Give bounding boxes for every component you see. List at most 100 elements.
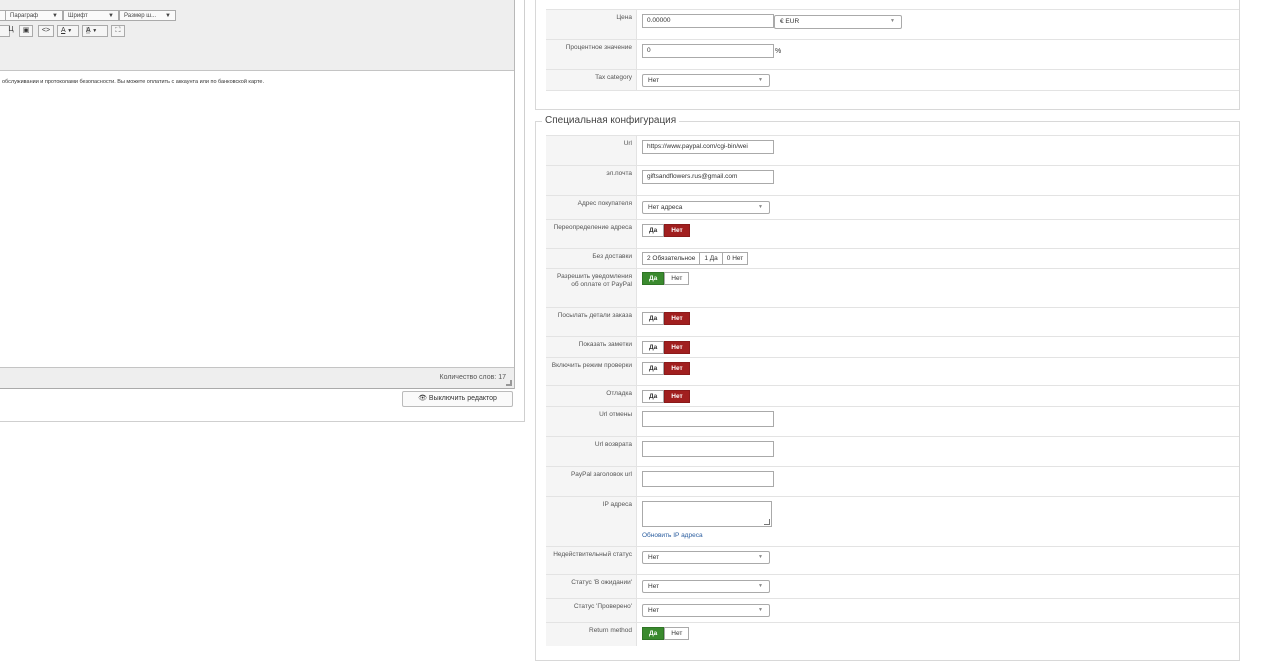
chevron-down-icon: ▼: [758, 607, 763, 613]
ip-address-textarea[interactable]: [642, 501, 772, 527]
test-mode-label: Включить режим проверки: [546, 358, 637, 385]
invalid-status-select[interactable]: Нет ▼: [642, 551, 770, 564]
cancel-url-input[interactable]: [642, 411, 774, 427]
no-option[interactable]: Нет: [664, 312, 690, 325]
percent-input[interactable]: 0: [642, 44, 774, 58]
send-details-label: Посылать детали заказа: [546, 308, 637, 336]
ipn-row: Разрешить уведомления об оплате от PayPa…: [546, 268, 1239, 307]
no-option[interactable]: Нет: [664, 627, 690, 640]
no-option[interactable]: Нет: [664, 362, 690, 375]
pending-status-select[interactable]: Нет ▼: [642, 580, 770, 593]
text-color-icon: A: [61, 27, 66, 34]
tax-category-value: Нет: [648, 77, 660, 84]
return-url-row: Url возврата: [546, 436, 1239, 466]
yes-option[interactable]: Да: [642, 312, 665, 325]
invalid-status-row: Недействительный статус Нет ▼: [546, 546, 1239, 574]
override-address-toggle[interactable]: Да Нет: [642, 224, 690, 237]
yes-option[interactable]: Да: [642, 627, 665, 640]
format-select[interactable]: Параграф ▼: [5, 10, 63, 21]
chevron-down-icon: ▼: [758, 554, 763, 560]
rich-text-editor: ... Параграф ▼ Шрифт ▼ Размер ш... ▼ Ц ▣…: [0, 0, 515, 389]
currency-select-value: € EUR: [780, 18, 800, 25]
yes-option[interactable]: Да: [642, 390, 665, 403]
url-input[interactable]: https://www.paypal.com/cgi-bin/wei: [642, 140, 774, 154]
currency-select[interactable]: € EUR ▼: [774, 15, 902, 29]
return-method-toggle[interactable]: Да Нет: [642, 627, 690, 640]
ip-address-label: IP адреса: [546, 497, 637, 546]
price-label: Цена: [546, 10, 637, 39]
percent-suffix: %: [775, 48, 782, 55]
header-url-row: PayPal заголовок url: [546, 466, 1239, 496]
yes-option[interactable]: Да: [642, 224, 665, 237]
price-row: Цена 0.00000 € EUR ▼: [546, 9, 1239, 39]
invalid-status-value: Нет: [648, 554, 660, 561]
tax-category-select[interactable]: Нет ▼: [642, 74, 770, 87]
yes-option[interactable]: Да: [642, 341, 665, 354]
font-select[interactable]: Шрифт ▼: [63, 10, 119, 21]
ip-address-row: IP адреса Обновить IP адреса: [546, 496, 1239, 546]
fieldset-legend: Специальная конфигурация: [542, 115, 680, 126]
return-method-row: Return method Да Нет: [546, 622, 1239, 646]
chevron-down-icon: ▼: [92, 28, 98, 34]
chevron-down-icon: ▼: [165, 13, 171, 19]
pending-status-value: Нет: [648, 583, 660, 590]
underline-icon[interactable]: Ц: [5, 25, 17, 37]
no-option[interactable]: Нет: [664, 224, 690, 237]
no-shipping-option-2[interactable]: 2 Обязательное: [642, 252, 701, 265]
text-color-button[interactable]: A ▼: [57, 25, 79, 37]
refresh-ip-link[interactable]: Обновить IP адреса: [642, 532, 703, 539]
no-shipping-option-1[interactable]: 1 Да: [699, 252, 723, 265]
special-config-fieldset: Специальная конфигурация Url https://www…: [535, 115, 1240, 661]
font-size-select[interactable]: Размер ш... ▼: [119, 10, 176, 21]
url-label: Url: [546, 136, 637, 165]
word-count: Количество слов: 17: [439, 374, 507, 381]
url-row: Url https://www.paypal.com/cgi-bin/wei: [546, 135, 1239, 165]
show-notes-label: Показать заметки: [546, 337, 637, 357]
no-shipping-row: Без доставки 2 Обязательное 1 Да 0 Нет: [546, 248, 1239, 268]
resize-handle-icon[interactable]: [506, 380, 512, 386]
no-option[interactable]: Нет: [664, 390, 690, 403]
verified-status-select[interactable]: Нет ▼: [642, 604, 770, 617]
chevron-down-icon: ▼: [758, 204, 763, 210]
return-url-input[interactable]: [642, 441, 774, 457]
percent-label: Процентное значение: [546, 40, 637, 69]
send-details-row: Посылать детали заказа Да Нет: [546, 307, 1239, 336]
toggle-editor-button[interactable]: 👁 Выключить редактор: [402, 391, 513, 407]
ipn-label: Разрешить уведомления об оплате от PayPa…: [546, 269, 637, 307]
return-method-label: Return method: [546, 623, 637, 646]
yes-option[interactable]: Да: [642, 362, 665, 375]
no-shipping-label: Без доставки: [546, 249, 637, 268]
no-shipping-segmented[interactable]: 2 Обязательное 1 Да 0 Нет: [642, 252, 749, 265]
header-url-input[interactable]: [642, 471, 774, 487]
no-option[interactable]: Нет: [664, 341, 690, 354]
background-color-button[interactable]: A ▼: [82, 25, 108, 37]
email-label: эл.почта: [546, 166, 637, 195]
cancel-url-row: Url отмены: [546, 406, 1239, 436]
override-address-row: Переопределение адреса Да Нет: [546, 219, 1239, 248]
show-notes-row: Показать заметки Да Нет: [546, 336, 1239, 357]
buyer-address-select[interactable]: Нет адреса ▼: [642, 201, 770, 214]
code-icon[interactable]: <>: [38, 25, 54, 37]
image-icon[interactable]: ▣: [19, 25, 33, 37]
debug-toggle[interactable]: Да Нет: [642, 390, 690, 403]
price-input[interactable]: 0.00000: [642, 14, 774, 28]
editor-content[interactable]: обслуживании и протоколами безопасности.…: [2, 79, 264, 85]
tax-category-label: Tax category: [546, 70, 637, 90]
yes-option[interactable]: Да: [642, 272, 665, 285]
email-input[interactable]: giftsandflowers.rus@gmail.com: [642, 170, 774, 184]
format-select-value: Параграф: [10, 13, 39, 19]
editor-statusbar: Количество слов: 17: [0, 367, 514, 389]
send-details-toggle[interactable]: Да Нет: [642, 312, 690, 325]
buyer-address-value: Нет адреса: [648, 204, 683, 211]
resize-handle-icon[interactable]: [764, 519, 770, 525]
no-option[interactable]: Нет: [664, 272, 690, 285]
font-size-select-value: Размер ш...: [124, 13, 157, 19]
ipn-toggle[interactable]: Да Нет: [642, 272, 690, 285]
fullscreen-icon[interactable]: ⛶: [111, 25, 125, 37]
show-notes-toggle[interactable]: Да Нет: [642, 341, 690, 354]
verified-status-label: Статус 'Проверено': [546, 599, 637, 622]
no-shipping-option-0[interactable]: 0 Нет: [721, 252, 749, 265]
debug-label: Отладка: [546, 386, 637, 406]
toolbar-top-row: ...: [2, 0, 7, 2]
test-mode-toggle[interactable]: Да Нет: [642, 362, 690, 375]
